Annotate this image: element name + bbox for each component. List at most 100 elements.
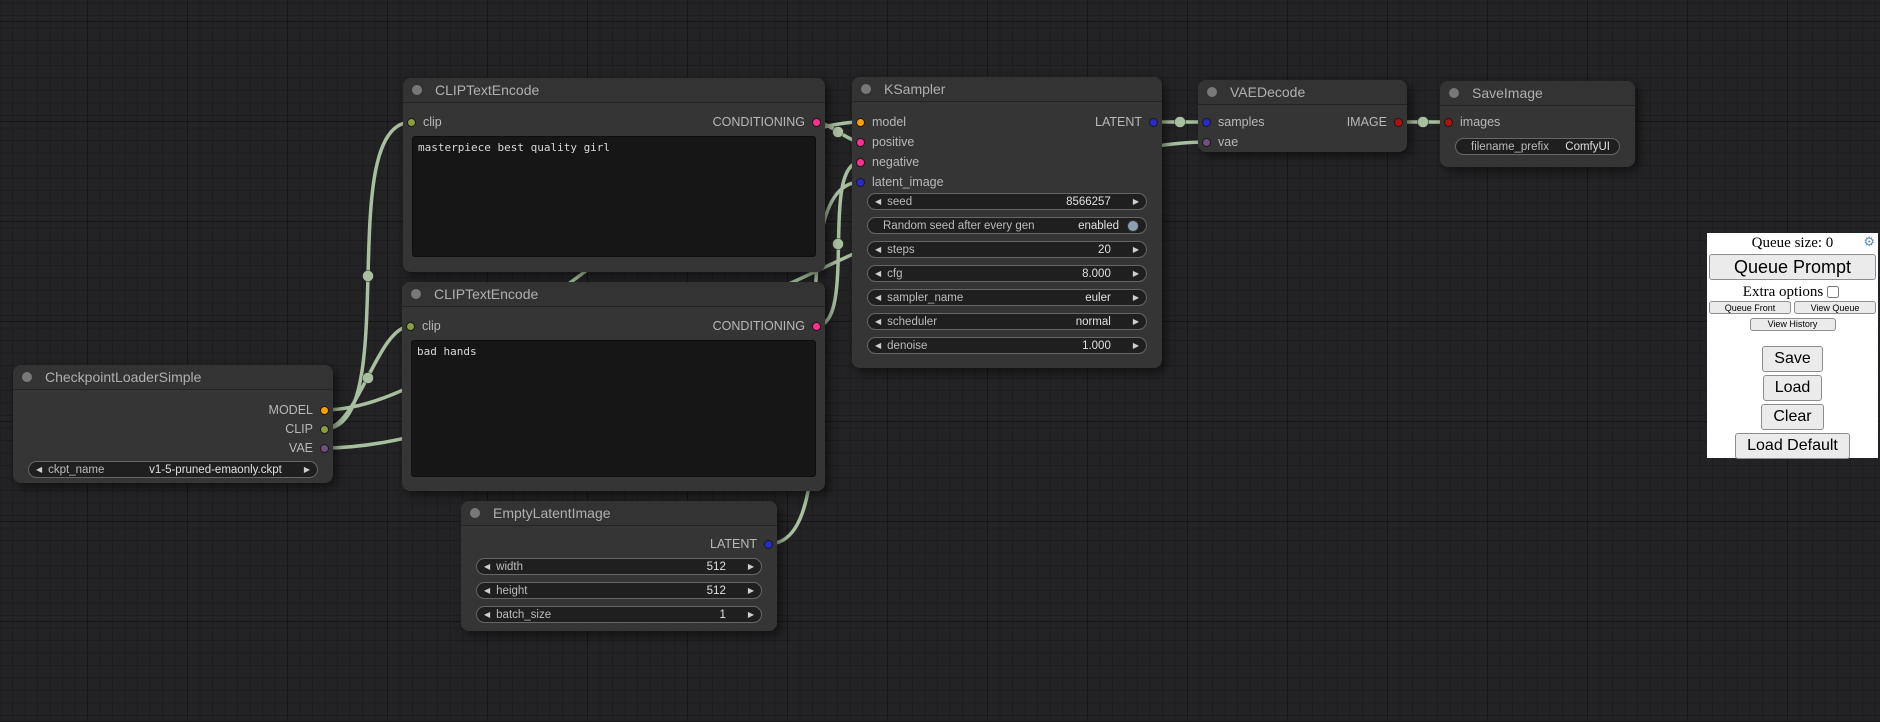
collapse-dot-icon[interactable] <box>411 289 421 299</box>
right-arrow-icon[interactable]: ▶ <box>1133 314 1139 329</box>
left-arrow-icon[interactable]: ◀ <box>875 266 881 281</box>
sampler-name-widget[interactable]: ◀ sampler_name euler ▶ <box>867 289 1147 306</box>
clear-button[interactable]: Clear <box>1761 404 1823 430</box>
node-save-image[interactable]: SaveImage images filename_prefix ComfyUI <box>1440 81 1635 167</box>
node-ksampler[interactable]: KSampler model positive negative latent_… <box>852 77 1162 368</box>
node-clip-text-encode-negative[interactable]: CLIPTextEncode clip CONDITIONING bad han… <box>402 282 825 491</box>
toggle-on-icon[interactable] <box>1127 220 1139 232</box>
left-arrow-icon[interactable]: ◀ <box>484 583 490 598</box>
left-arrow-icon[interactable]: ◀ <box>484 607 490 622</box>
view-queue-button[interactable]: View Queue <box>1794 301 1876 314</box>
model-slot-dot-icon[interactable] <box>320 406 329 415</box>
left-arrow-icon[interactable]: ◀ <box>875 314 881 329</box>
right-arrow-icon[interactable]: ▶ <box>1133 338 1139 353</box>
right-arrow-icon[interactable]: ▶ <box>748 559 754 574</box>
seed-widget[interactable]: ◀ seed 8566257 ▶ <box>867 193 1147 210</box>
input-slot-model[interactable]: model <box>856 114 906 130</box>
output-slot-vae[interactable]: VAE <box>289 440 329 456</box>
input-slot-clip[interactable]: clip <box>406 318 441 334</box>
output-slot-model[interactable]: MODEL <box>269 402 329 418</box>
right-arrow-icon[interactable]: ▶ <box>1133 266 1139 281</box>
latent-slot-dot-icon[interactable] <box>1202 118 1211 127</box>
input-slot-samples[interactable]: samples <box>1202 114 1265 130</box>
positive-prompt-textarea[interactable]: masterpiece best quality girl <box>412 136 816 257</box>
node-title-bar[interactable]: KSampler <box>852 77 1162 102</box>
node-title-bar[interactable]: CheckpointLoaderSimple <box>13 365 333 390</box>
output-slot-clip[interactable]: CLIP <box>285 421 329 437</box>
conditioning-slot-dot-icon[interactable] <box>856 158 865 167</box>
node-title-bar[interactable]: CLIPTextEncode <box>403 78 825 103</box>
node-title-bar[interactable]: CLIPTextEncode <box>402 282 825 307</box>
input-slot-positive[interactable]: positive <box>856 134 914 150</box>
model-slot-dot-icon[interactable] <box>856 118 865 127</box>
left-arrow-icon[interactable]: ◀ <box>875 290 881 305</box>
queue-front-button[interactable]: Queue Front <box>1709 301 1791 314</box>
latent-slot-dot-icon[interactable] <box>764 540 773 549</box>
input-slot-clip[interactable]: clip <box>407 114 442 130</box>
output-slot-image[interactable]: IMAGE <box>1347 114 1403 130</box>
height-widget[interactable]: ◀ height 512 ▶ <box>476 582 762 599</box>
scheduler-widget[interactable]: ◀ scheduler normal ▶ <box>867 313 1147 330</box>
right-arrow-icon[interactable]: ▶ <box>1133 194 1139 209</box>
image-slot-dot-icon[interactable] <box>1394 118 1403 127</box>
denoise-widget[interactable]: ◀ denoise 1.000 ▶ <box>867 337 1147 354</box>
clip-slot-dot-icon[interactable] <box>407 118 416 127</box>
right-arrow-icon[interactable]: ▶ <box>1133 242 1139 257</box>
steps-widget[interactable]: ◀ steps 20 ▶ <box>867 241 1147 258</box>
load-default-button[interactable]: Load Default <box>1735 433 1850 459</box>
node-checkpoint-loader[interactable]: CheckpointLoaderSimple MODEL CLIP VAE ◀ … <box>13 365 333 483</box>
conditioning-slot-dot-icon[interactable] <box>856 138 865 147</box>
clip-slot-dot-icon[interactable] <box>320 425 329 434</box>
settings-gear-icon[interactable]: ⚙ <box>1863 235 1875 250</box>
right-arrow-icon[interactable]: ▶ <box>304 462 310 477</box>
node-vae-decode[interactable]: VAEDecode samples vae IMAGE <box>1198 80 1407 152</box>
conditioning-slot-dot-icon[interactable] <box>812 322 821 331</box>
collapse-dot-icon[interactable] <box>22 372 32 382</box>
image-slot-dot-icon[interactable] <box>1444 118 1453 127</box>
queue-prompt-button[interactable]: Queue Prompt <box>1709 254 1876 280</box>
extra-options-checkbox[interactable] <box>1827 286 1839 298</box>
input-slot-latent-image[interactable]: latent_image <box>856 174 944 190</box>
load-button[interactable]: Load <box>1763 375 1823 401</box>
batch-size-widget[interactable]: ◀ batch_size 1 ▶ <box>476 606 762 623</box>
ckpt-name-widget[interactable]: ◀ ckpt_name v1-5-pruned-emaonly.ckpt ▶ <box>28 461 318 478</box>
collapse-dot-icon[interactable] <box>1449 88 1459 98</box>
output-slot-conditioning[interactable]: CONDITIONING <box>713 318 821 334</box>
node-title-bar[interactable]: EmptyLatentImage <box>461 501 777 526</box>
node-title-bar[interactable]: VAEDecode <box>1198 80 1407 105</box>
comfyui-canvas[interactable]: { "colors": { "background": "#232325", "… <box>0 0 1880 722</box>
node-title-bar[interactable]: SaveImage <box>1440 81 1635 106</box>
collapse-dot-icon[interactable] <box>861 84 871 94</box>
collapse-dot-icon[interactable] <box>470 508 480 518</box>
width-widget[interactable]: ◀ width 512 ▶ <box>476 558 762 575</box>
cfg-widget[interactable]: ◀ cfg 8.000 ▶ <box>867 265 1147 282</box>
left-arrow-icon[interactable]: ◀ <box>484 559 490 574</box>
clip-slot-dot-icon[interactable] <box>406 322 415 331</box>
input-slot-negative[interactable]: negative <box>856 154 919 170</box>
output-slot-conditioning[interactable]: CONDITIONING <box>713 114 821 130</box>
node-empty-latent-image[interactable]: EmptyLatentImage LATENT ◀ width 512 ▶ ◀ … <box>461 501 777 631</box>
negative-prompt-textarea[interactable]: bad hands <box>411 340 816 477</box>
filename-prefix-widget[interactable]: filename_prefix ComfyUI <box>1455 138 1620 155</box>
right-arrow-icon[interactable]: ▶ <box>748 607 754 622</box>
left-arrow-icon[interactable]: ◀ <box>875 338 881 353</box>
random-seed-toggle-widget[interactable]: Random seed after every gen enabled <box>867 217 1147 234</box>
latent-slot-dot-icon[interactable] <box>856 178 865 187</box>
left-arrow-icon[interactable]: ◀ <box>36 462 42 477</box>
left-arrow-icon[interactable]: ◀ <box>875 242 881 257</box>
input-slot-vae[interactable]: vae <box>1202 134 1238 150</box>
latent-slot-dot-icon[interactable] <box>1149 118 1158 127</box>
collapse-dot-icon[interactable] <box>1207 87 1217 97</box>
right-arrow-icon[interactable]: ▶ <box>1133 290 1139 305</box>
collapse-dot-icon[interactable] <box>412 85 422 95</box>
output-slot-latent[interactable]: LATENT <box>1095 114 1158 130</box>
output-slot-latent[interactable]: LATENT <box>710 536 773 552</box>
right-arrow-icon[interactable]: ▶ <box>748 583 754 598</box>
vae-slot-dot-icon[interactable] <box>1202 138 1211 147</box>
conditioning-slot-dot-icon[interactable] <box>812 118 821 127</box>
view-history-button[interactable]: View History <box>1750 318 1836 331</box>
vae-slot-dot-icon[interactable] <box>320 444 329 453</box>
node-clip-text-encode-positive[interactable]: CLIPTextEncode clip CONDITIONING masterp… <box>403 78 825 272</box>
input-slot-images[interactable]: images <box>1444 114 1500 130</box>
save-button[interactable]: Save <box>1762 346 1822 372</box>
